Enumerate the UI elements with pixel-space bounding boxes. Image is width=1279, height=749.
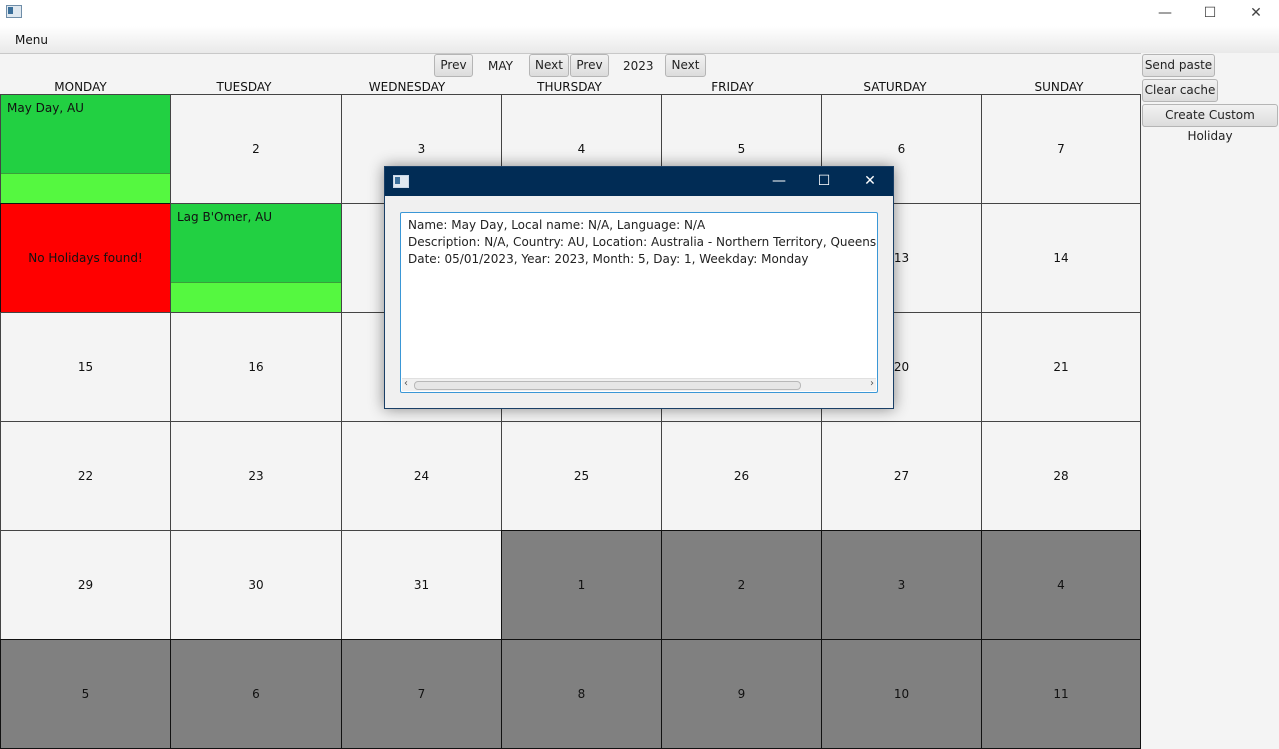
clear-cache-button[interactable]: Clear cache [1142,79,1218,102]
outside-month-day-cell[interactable]: 3 [821,530,982,640]
year-label: 2023 [623,59,654,73]
maximize-icon[interactable]: ☐ [1187,0,1233,26]
weekday-header: SATURDAY [863,80,927,94]
day-cell[interactable]: 23 [170,421,342,531]
holiday-subhighlight [1,173,170,203]
day-cell[interactable]: 2 [170,94,342,204]
weekday-header: FRIDAY [711,80,754,94]
outside-month-day-cell[interactable]: 8 [501,639,662,749]
next-year-button[interactable]: Next [665,54,706,77]
day-cell[interactable]: 16 [170,312,342,422]
outside-month-day-cell[interactable]: 1 [501,530,662,640]
weekday-header: TUESDAY [216,80,272,94]
holiday-label[interactable]: May Day, AU [7,101,84,115]
app-icon [6,5,22,18]
day-cell[interactable]: 28 [981,421,1141,531]
outside-month-day-cell[interactable]: 4 [981,530,1141,640]
details-line: Name: May Day, Local name: N/A, Language… [408,218,706,232]
holiday-details-dialog: — ☐ ✕ Name: May Day, Local name: N/A, La… [384,166,894,409]
dialog-app-icon [393,175,409,188]
outside-month-day-cell[interactable]: 10 [821,639,982,749]
day-cell[interactable]: 25 [501,421,662,531]
weekday-header: THURSDAY [537,80,602,94]
weekday-header: MONDAY [54,80,107,94]
close-icon[interactable]: ✕ [1233,0,1279,26]
outside-month-day-cell[interactable]: 5 [0,639,171,749]
menu-button[interactable]: Menu [15,33,48,47]
month-label: MAY [488,59,513,73]
day-cell[interactable]: 21 [981,312,1141,422]
send-paste-button[interactable]: Send paste [1142,54,1215,77]
details-line: Date: 05/01/2023, Year: 2023, Month: 5, … [408,252,809,266]
outside-month-day-cell[interactable]: 2 [661,530,822,640]
create-custom-holiday-button[interactable]: Create Custom Holiday [1142,104,1278,143]
day-cell[interactable]: 7 [981,94,1141,204]
outside-month-day-cell[interactable]: 9 [661,639,822,749]
dialog-close-icon[interactable]: ✕ [848,167,892,196]
menu-bar: Menu [0,26,1279,54]
scrollbar-thumb[interactable] [414,381,801,390]
window-title-bar: — ☐ ✕ [0,0,1279,26]
weekday-header: SUNDAY [1034,80,1084,94]
day-cell[interactable]: 14 [981,203,1141,313]
horizontal-scrollbar[interactable]: ‹ › [402,378,876,391]
day-cell[interactable]: 29 [0,530,171,640]
holiday-label[interactable]: Lag B'Omer, AU [177,210,272,224]
day-cell[interactable]: 22 [0,421,171,531]
day-cell[interactable]: 30 [170,530,342,640]
dialog-maximize-icon[interactable]: ☐ [802,167,846,196]
no-holidays-cell[interactable]: No Holidays found! [0,203,171,313]
outside-month-day-cell[interactable]: 7 [341,639,502,749]
scroll-right-icon[interactable]: › [870,378,874,389]
outside-month-day-cell[interactable]: 11 [981,639,1141,749]
day-cell[interactable]: 27 [821,421,982,531]
holiday-details-textarea[interactable]: Name: May Day, Local name: N/A, Language… [400,212,878,393]
day-cell[interactable]: 31 [341,530,502,640]
day-cell[interactable]: 15 [0,312,171,422]
holiday-subhighlight [171,282,341,312]
next-month-button[interactable]: Next [529,54,569,77]
action-sidebar [1141,53,1279,747]
outside-month-day-cell[interactable]: 6 [170,639,342,749]
day-cell[interactable]: 26 [661,421,822,531]
prev-month-button[interactable]: Prev [434,54,473,77]
day-cell[interactable]: 24 [341,421,502,531]
dialog-title-bar[interactable]: — ☐ ✕ [385,167,893,196]
prev-year-button[interactable]: Prev [570,54,609,77]
holiday-cell-lag-bomer[interactable]: Lag B'Omer, AU [170,203,342,313]
scroll-left-icon[interactable]: ‹ [404,378,408,389]
dialog-minimize-icon[interactable]: — [757,167,801,196]
weekday-header: WEDNESDAY [368,80,446,94]
holiday-cell-may-day[interactable]: May Day, AU [0,94,171,204]
minimize-icon[interactable]: — [1142,0,1188,26]
details-line: Description: N/A, Country: AU, Location:… [408,235,877,249]
